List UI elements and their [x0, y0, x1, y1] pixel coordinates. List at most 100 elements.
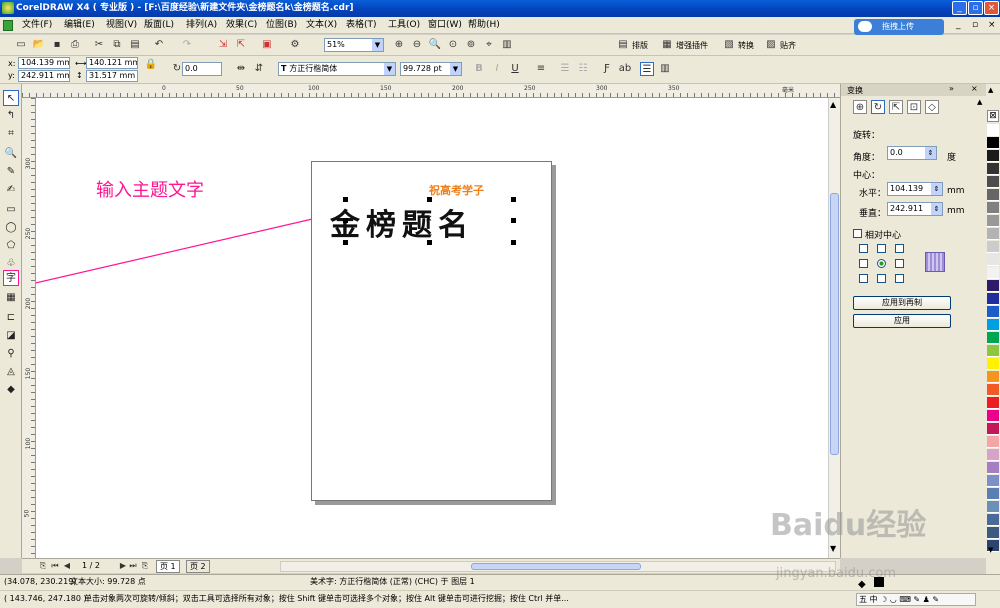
height-field[interactable]: 31.517 mm — [86, 70, 138, 82]
selection-handle[interactable] — [427, 240, 432, 245]
ellipse-tool-icon[interactable]: ◯ — [3, 220, 19, 236]
relative-center-checkbox[interactable] — [853, 229, 862, 238]
copy-icon[interactable]: ⧉ — [110, 38, 124, 52]
headline-text[interactable]: 金榜题名 — [330, 200, 474, 244]
menu-layout[interactable]: 版面(L) — [144, 19, 174, 31]
y-position-field[interactable]: 242.911 mm — [18, 70, 70, 82]
char-format-icon[interactable]: Ƒ — [600, 62, 614, 76]
spinner-icon[interactable]: ⇕ — [931, 183, 942, 195]
color-swatch[interactable] — [987, 371, 999, 383]
color-swatch[interactable] — [987, 397, 999, 409]
mirror-h-icon[interactable]: ⇹ — [234, 62, 248, 76]
fill-tool-icon[interactable]: ◆ — [3, 382, 19, 398]
zoom-level-field[interactable]: 51% ▼ — [324, 38, 384, 52]
smart-fill-tool-icon[interactable]: ✍ — [3, 182, 19, 198]
anchor-point[interactable] — [895, 274, 904, 283]
menu-file[interactable]: 文件(F) — [22, 19, 52, 31]
doc-minimize-button[interactable]: _ — [956, 20, 961, 30]
color-swatch[interactable] — [987, 189, 999, 201]
color-swatch[interactable] — [987, 267, 999, 279]
horizontal-text-icon[interactable]: ☰ — [640, 62, 654, 76]
scroll-down-icon[interactable]: ▼ — [830, 544, 836, 553]
interactive-fill-tool-icon[interactable]: ◪ — [3, 328, 19, 344]
close-button[interactable]: × — [984, 1, 999, 15]
color-swatch[interactable] — [987, 527, 999, 539]
align-icon[interactable]: ≡ — [534, 62, 548, 76]
angle-field[interactable]: 0.0 ⇕ — [887, 146, 937, 160]
polygon-tool-icon[interactable]: ⬠ — [3, 238, 19, 254]
mirror-v-icon[interactable]: ⇵ — [252, 62, 266, 76]
menu-arrange[interactable]: 排列(A) — [186, 19, 217, 31]
outline-tool-icon[interactable]: ◬ — [3, 364, 19, 380]
table-tool-icon[interactable]: ▦ — [3, 290, 19, 306]
horizontal-field[interactable]: 104.139 ⇕ — [887, 182, 943, 196]
scroll-thumb[interactable] — [830, 193, 839, 455]
print-icon[interactable]: ⎙ — [68, 38, 82, 52]
shape-tool-icon[interactable]: ↰ — [3, 108, 19, 124]
color-swatch[interactable] — [987, 462, 999, 474]
color-swatch[interactable] — [987, 345, 999, 357]
selection-handle[interactable] — [427, 197, 432, 202]
menu-help[interactable]: 帮助(H) — [468, 19, 500, 31]
zoom-selected-icon[interactable]: 🔍 — [428, 38, 442, 52]
anchor-grid[interactable] — [859, 244, 907, 284]
options-icon[interactable]: ⚙ — [288, 38, 302, 52]
pick-tool-icon[interactable]: ↖ — [3, 90, 19, 106]
plugin-enhance[interactable]: 增强插件 — [676, 40, 708, 51]
selection-handle[interactable] — [343, 197, 348, 202]
eyedropper-tool-icon[interactable]: ⚲ — [3, 346, 19, 362]
italic-icon[interactable]: I — [490, 62, 504, 76]
anchor-point[interactable] — [877, 274, 886, 283]
prev-page-icon[interactable]: ◀ — [60, 559, 74, 573]
anchor-point[interactable] — [859, 274, 868, 283]
color-swatch[interactable] — [987, 514, 999, 526]
zoom-all-icon[interactable]: ⊙ — [446, 38, 460, 52]
launcher-icon[interactable]: ▣ — [260, 38, 274, 52]
docker-scroll-up-icon[interactable]: ▲ — [977, 98, 982, 106]
apply-button[interactable]: 应用 — [853, 314, 951, 328]
zoom-height-icon[interactable]: ▥ — [500, 38, 514, 52]
anchor-point[interactable] — [877, 244, 886, 253]
ime-toolbar[interactable]: 五 中 ☽ ◡ ⌨ ✎ ♟ ✎ — [856, 593, 976, 606]
selection-handle[interactable] — [511, 197, 516, 202]
color-swatch[interactable] — [987, 306, 999, 318]
horizontal-ruler[interactable]: 0 50 100 150 200 250 300 350 毫米 — [22, 84, 840, 98]
undo-icon[interactable]: ↶ — [152, 38, 166, 52]
vertical-ruler[interactable]: 300 250 200 150 100 50 — [22, 98, 36, 558]
apply-to-duplicate-button[interactable]: 应用到再制 — [853, 296, 951, 310]
selection-handle[interactable] — [511, 240, 516, 245]
color-swatch[interactable] — [987, 215, 999, 227]
plugin-typeset[interactable]: 排版 — [632, 40, 648, 51]
skew-tab-icon[interactable]: ◇ — [925, 100, 939, 114]
horizontal-scrollbar[interactable] — [280, 561, 836, 572]
restore-button[interactable]: ▫ — [968, 1, 983, 15]
menu-effects[interactable]: 效果(C) — [226, 19, 257, 31]
subtitle-text[interactable]: 祝高考学子 — [429, 182, 484, 198]
plugin-snap[interactable]: 贴齐 — [780, 40, 796, 51]
spinner-icon[interactable]: ⇕ — [931, 203, 942, 215]
color-swatch[interactable] — [987, 449, 999, 461]
color-swatch[interactable] — [987, 137, 999, 149]
rotate-tab-icon[interactable]: ↻ — [871, 100, 885, 114]
vertical-scrollbar[interactable]: ▲ ▼ — [828, 98, 840, 558]
underline-icon[interactable]: U — [508, 62, 522, 76]
font-list-field[interactable]: T 方正行楷简体 ▼ — [278, 62, 396, 76]
save-icon[interactable]: ▪ — [50, 38, 64, 52]
doc-restore-button[interactable]: ▫ — [972, 20, 978, 30]
anchor-point[interactable] — [895, 259, 904, 268]
position-tab-icon[interactable]: ⊕ — [853, 100, 867, 114]
menu-edit[interactable]: 编辑(E) — [64, 19, 95, 31]
new-icon[interactable]: ▭ — [14, 38, 28, 52]
menu-view[interactable]: 视图(V) — [106, 19, 137, 31]
palette-scroll-down-icon[interactable]: ▼ — [988, 546, 993, 554]
zoom-out-icon[interactable]: ⊖ — [410, 38, 424, 52]
font-size-field[interactable]: 99.728 pt ▼ — [400, 62, 462, 76]
color-swatch[interactable] — [987, 501, 999, 513]
color-swatch[interactable] — [987, 423, 999, 435]
palette-scroll-up-icon[interactable]: ▲ — [988, 86, 993, 94]
color-swatch[interactable] — [987, 332, 999, 344]
bold-icon[interactable]: B — [472, 62, 486, 76]
color-swatch[interactable] — [987, 280, 999, 292]
tab-page-2[interactable]: 页 2 — [186, 560, 210, 573]
color-swatch[interactable] — [987, 410, 999, 422]
